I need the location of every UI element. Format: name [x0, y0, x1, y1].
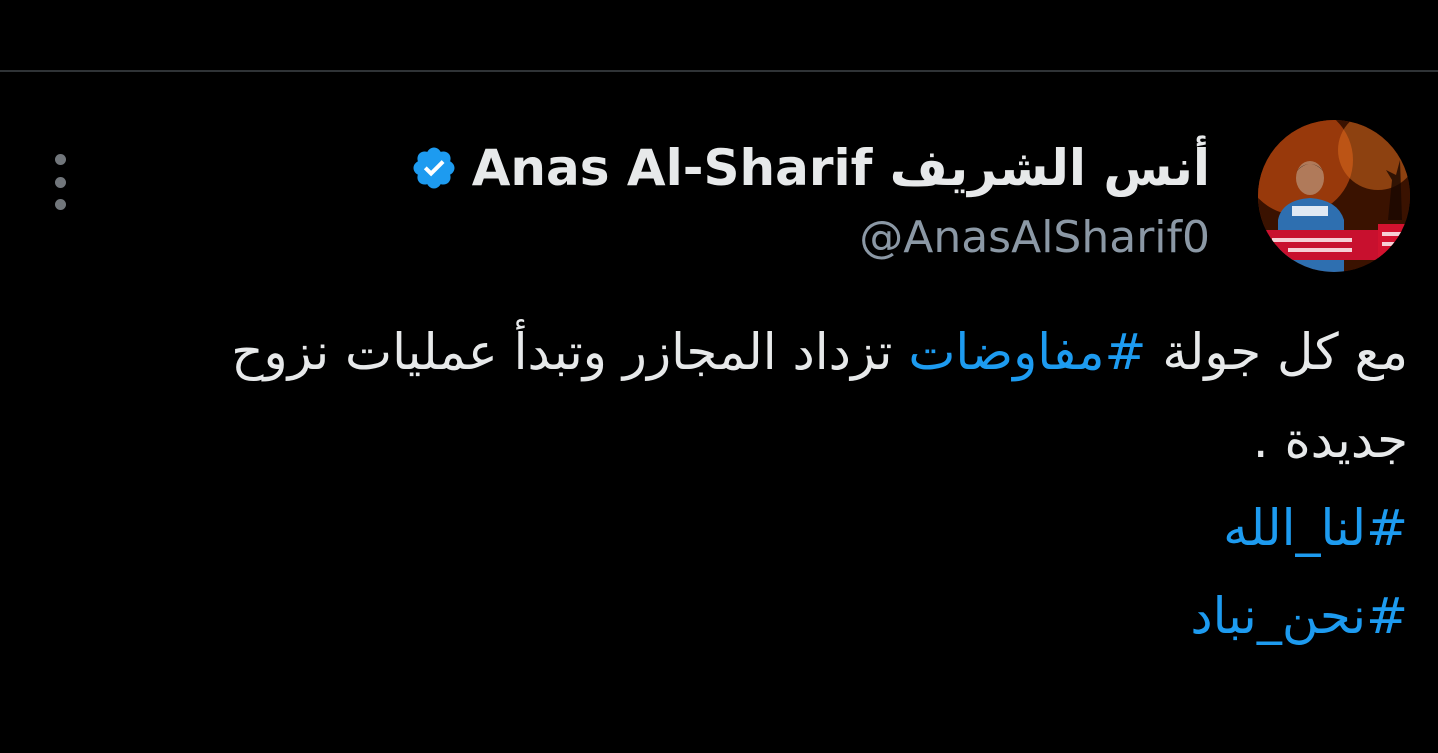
tweet-body: مع كل جولة #مفاوضات تزداد المجازر وتبدأ …	[148, 308, 1408, 484]
more-options-icon[interactable]	[48, 154, 72, 210]
top-bar	[0, 0, 1438, 72]
hashtag-link-god-is-with-us[interactable]: #لنا_الله	[148, 484, 1408, 572]
hashtag-link-we-are-exterminated[interactable]: #نحن_نباد	[148, 572, 1408, 660]
author-display-name[interactable]: Anas Al-Sharif أنس الشريف	[472, 138, 1210, 198]
tweet-text: مع كل جولة #مفاوضات تزداد المجازر وتبدأ …	[148, 308, 1408, 660]
avatar-image	[1258, 120, 1410, 272]
tweet[interactable]: Anas Al-Sharif أنس الشريف @AnasAlSharif0…	[0, 74, 1438, 753]
avatar[interactable]	[1258, 120, 1410, 272]
author-name-row[interactable]: Anas Al-Sharif أنس الشريف	[410, 138, 1210, 198]
verified-badge-icon	[413, 147, 455, 189]
hashtag-link-negotiations[interactable]: #مفاوضات	[908, 323, 1146, 381]
tweet-text-part1: مع كل جولة	[1146, 323, 1408, 381]
author-handle[interactable]: @AnasAlSharif0	[859, 210, 1210, 266]
